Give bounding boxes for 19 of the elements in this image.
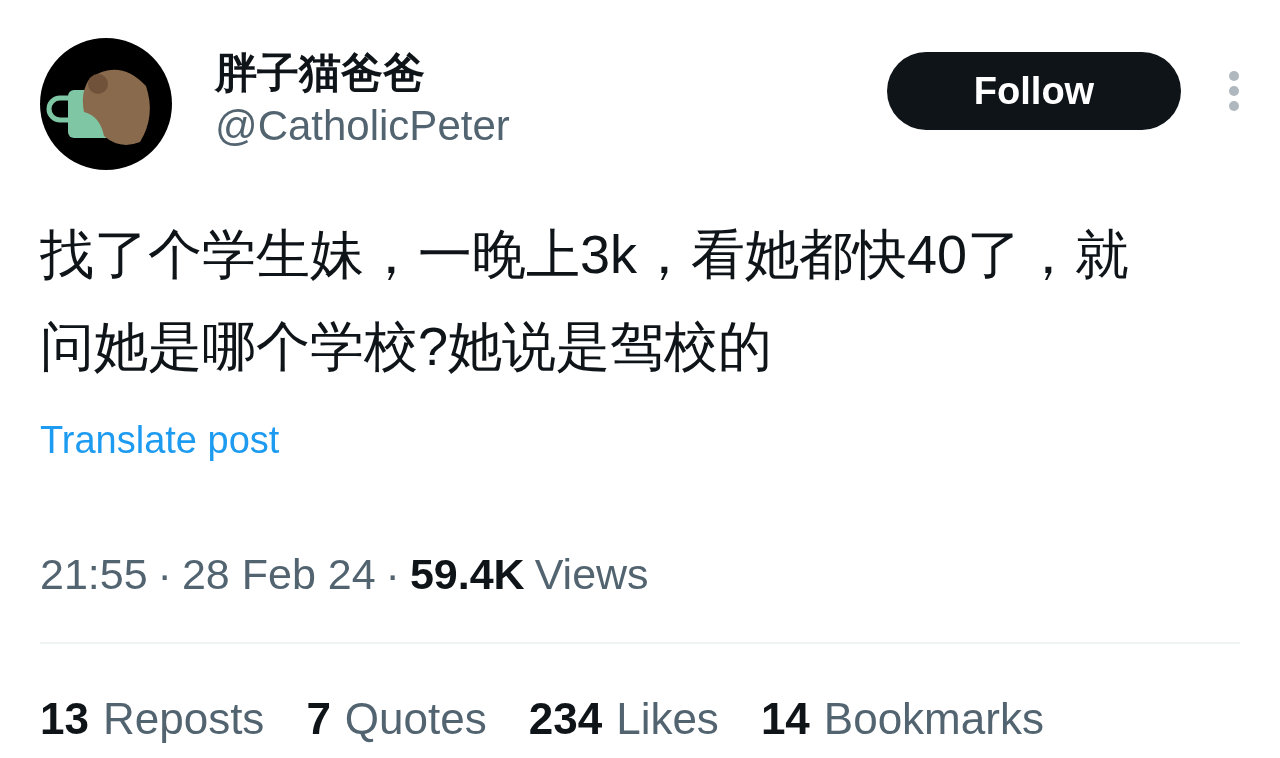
stat-label[interactable]: Likes [616,692,719,746]
stat-count: 13 [40,693,89,745]
post-text: 找了个学生妹，一晚上3k，看她都快40了，就问她是哪个学校?她说是驾校的 [40,223,1131,378]
stat-count: 14 [760,693,810,745]
separator-dot: · [385,549,400,600]
author-name: 胖子猫爸爸 [215,48,426,98]
stat-count: 7 [306,693,331,745]
separator-dot: · [157,549,172,600]
post-date: 28 Feb 24 [181,549,376,600]
stat-count: 234 [528,693,603,745]
views-count: 59.4K [409,549,525,600]
follow-button[interactable]: Follow [887,52,1181,130]
stat-label[interactable]: Reposts [102,692,265,746]
post-time: 21:55 [40,549,148,600]
author-handle: @CatholicPeter [215,101,510,151]
views-label: Views [534,549,649,600]
stat-label[interactable]: Quotes [344,692,487,746]
stat-label[interactable]: Bookmarks [823,692,1044,746]
more-icon[interactable] [1228,70,1240,112]
